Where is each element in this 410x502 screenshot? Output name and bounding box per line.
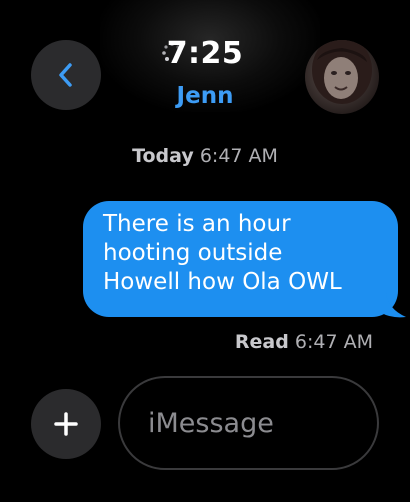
read-receipt: Read 6:47 AM <box>235 331 373 353</box>
bubble-tail <box>378 293 406 318</box>
outgoing-message-bubble[interactable]: There is an hour hooting outside Howell … <box>83 201 398 317</box>
imessage-field[interactable] <box>118 376 379 470</box>
read-receipt-label: Read <box>234 331 289 353</box>
timestamp-time: 6:47 AM <box>199 145 278 167</box>
timestamp-day: Today <box>132 145 194 167</box>
avatar[interactable] <box>305 40 379 114</box>
message-text-line: Howell how Ola OWL <box>103 269 342 295</box>
message-text-line: hooting outside <box>103 240 283 266</box>
add-attachment-button[interactable] <box>31 389 101 459</box>
plus-icon <box>54 412 78 436</box>
imessage-input[interactable] <box>148 407 358 439</box>
message-text-line: There is an hour <box>103 211 291 237</box>
read-receipt-time: 6:47 AM <box>294 331 373 353</box>
watch-screen: 7:25 Jenn Today 6:47 AM There is an hour… <box>0 0 410 502</box>
contact-photo <box>312 40 372 104</box>
conversation-timestamp: Today 6:47 AM <box>0 145 410 167</box>
